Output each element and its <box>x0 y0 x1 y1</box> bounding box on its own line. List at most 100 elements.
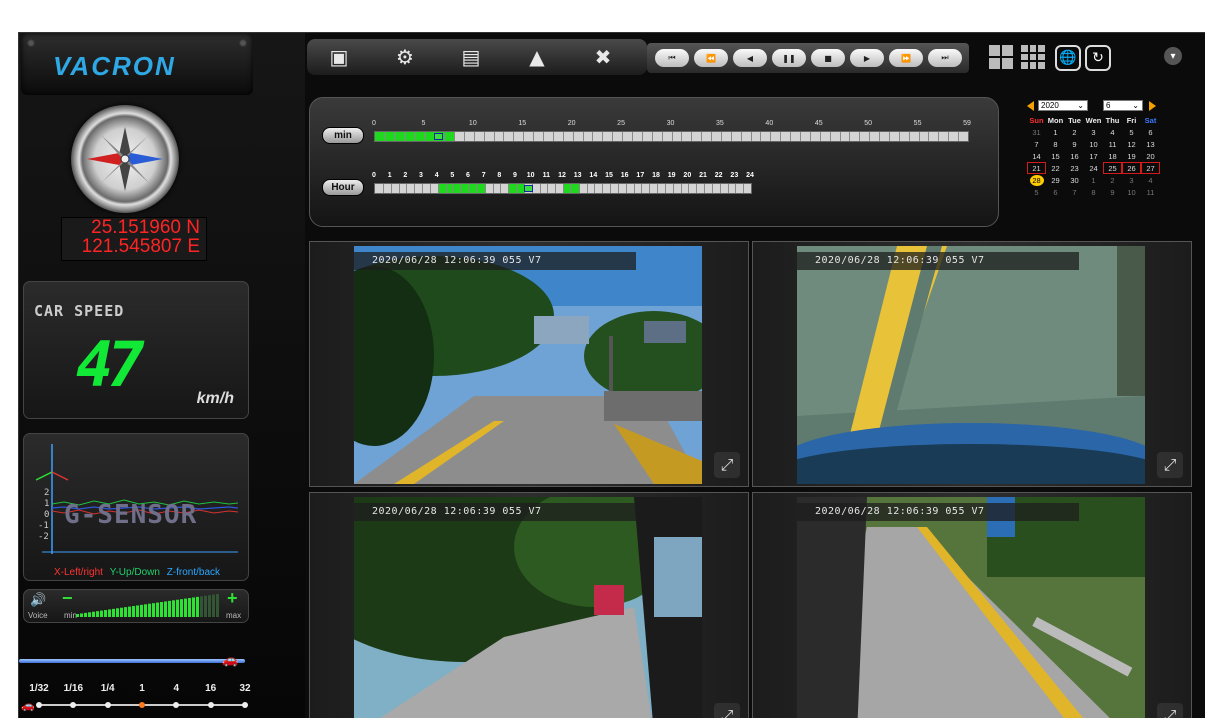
calendar-day[interactable]: 10 <box>1122 186 1141 198</box>
volume-slider[interactable] <box>76 593 226 619</box>
video-panel-4[interactable]: 2020/06/28 12:06:39 055 V7 ⤢ <box>752 492 1192 718</box>
play-icon[interactable]: ▶ <box>850 49 884 67</box>
speed-dot[interactable] <box>242 702 248 708</box>
first-icon[interactable]: ⏮ <box>655 49 689 67</box>
floppy-icon[interactable]: ▤ <box>445 42 497 72</box>
speed-label[interactable]: 16 <box>205 683 216 694</box>
calendar-day[interactable]: 5 <box>1122 126 1141 138</box>
calendar-day[interactable]: 8 <box>1046 138 1065 150</box>
playback-progress-track[interactable] <box>19 659 245 663</box>
calendar-day[interactable]: 2 <box>1103 174 1122 186</box>
speed-dot[interactable] <box>36 702 42 708</box>
expand-icon[interactable]: ⤢ <box>714 452 740 478</box>
prev-month-icon[interactable] <box>1027 101 1034 111</box>
calendar-day[interactable]: 3 <box>1122 174 1141 186</box>
speed-dot[interactable] <box>139 702 145 708</box>
calendar-day[interactable]: 7 <box>1027 138 1046 150</box>
calendar-day[interactable]: 21 <box>1027 162 1046 174</box>
speed-label[interactable]: 4 <box>174 683 180 694</box>
speed-dot[interactable] <box>207 702 214 708</box>
month-select[interactable]: 6 ⌄ <box>1103 100 1143 111</box>
speed-label[interactable]: 1/4 <box>101 683 115 694</box>
stop-icon[interactable]: ■ <box>811 49 845 67</box>
calendar-day[interactable]: 17 <box>1084 150 1103 162</box>
calendar-day[interactable]: 19 <box>1122 150 1141 162</box>
expand-icon[interactable]: ⤢ <box>714 703 740 718</box>
calendar-day[interactable]: 20 <box>1141 150 1160 162</box>
calendar-day[interactable]: 6 <box>1141 126 1160 138</box>
calendar-day[interactable]: 4 <box>1103 126 1122 138</box>
calendar-day[interactable]: 25 <box>1103 162 1122 174</box>
collapse-icon[interactable]: ▾ <box>1164 47 1182 65</box>
timeline-cursor[interactable] <box>523 185 533 192</box>
speed-label[interactable]: 1/32 <box>29 683 48 694</box>
calendar-day[interactable]: 10 <box>1084 138 1103 150</box>
camera-icon[interactable]: ▣ <box>313 42 365 72</box>
calendar-day[interactable]: 1 <box>1046 126 1065 138</box>
calendar-today[interactable]: 28 <box>1029 174 1044 186</box>
video-panel-1[interactable]: 2020/06/28 12:06:39 055 V7 ⤢ <box>309 241 749 487</box>
gears-icon[interactable]: ⚙ <box>379 42 431 72</box>
calendar-day[interactable]: 5 <box>1027 186 1046 198</box>
calendar-day[interactable]: 18 <box>1103 150 1122 162</box>
car-icon[interactable]: 🚗 <box>222 653 238 668</box>
speed-dot[interactable] <box>104 702 111 708</box>
rotate-icon[interactable]: ↻ <box>1085 45 1111 71</box>
video-panel-2[interactable]: 2020/06/28 12:06:39 055 V7 ⤢ <box>752 241 1192 487</box>
next-month-icon[interactable] <box>1149 101 1156 111</box>
calendar-day[interactable]: 28 <box>1027 174 1046 186</box>
speed-label[interactable]: 1 <box>139 683 145 694</box>
expand-icon[interactable]: ⤢ <box>1157 703 1183 718</box>
hour-track[interactable] <box>374 183 752 194</box>
last-icon[interactable]: ⏭ <box>928 49 962 67</box>
timeline-cursor[interactable] <box>434 133 444 140</box>
track-cell-divider <box>414 184 416 193</box>
calendar-day[interactable]: 30 <box>1065 174 1084 186</box>
speed-dot[interactable] <box>173 702 180 708</box>
calendar-day[interactable]: 8 <box>1084 186 1103 198</box>
wrench-screwdriver-icon[interactable]: ✖ <box>577 42 629 72</box>
calendar-day[interactable]: 29 <box>1046 174 1065 186</box>
calendar-day[interactable]: 31 <box>1027 126 1046 138</box>
speaker-icon[interactable]: 🔊 <box>30 593 46 608</box>
calendar-day[interactable]: 23 <box>1065 162 1084 174</box>
nine-layout-icon[interactable] <box>1021 45 1045 69</box>
speed-label[interactable]: 32 <box>239 683 250 694</box>
tray-upload-icon[interactable]: ▲ <box>511 42 563 72</box>
min-button[interactable]: min <box>322 127 364 144</box>
calendar-day[interactable]: 3 <box>1084 126 1103 138</box>
calendar-day[interactable]: 11 <box>1141 186 1160 198</box>
calendar-day[interactable]: 9 <box>1065 138 1084 150</box>
globe-icon[interactable]: 🌐 <box>1055 45 1081 71</box>
video-panel-3[interactable]: 2020/06/28 12:06:39 055 V7 ⤢ <box>309 492 749 718</box>
calendar-day[interactable]: 12 <box>1122 138 1141 150</box>
calendar-day[interactable]: 14 <box>1027 150 1046 162</box>
calendar-day[interactable]: 16 <box>1065 150 1084 162</box>
calendar-day[interactable]: 11 <box>1103 138 1122 150</box>
volume-plus-button[interactable]: + <box>227 588 238 609</box>
calendar-day[interactable]: 15 <box>1046 150 1065 162</box>
quad-layout-icon[interactable] <box>989 45 1013 69</box>
pause-icon[interactable]: ❚❚ <box>772 49 806 67</box>
calendar-day[interactable]: 26 <box>1122 162 1141 174</box>
speed-label[interactable]: 1/16 <box>64 683 83 694</box>
calendar-day[interactable]: 4 <box>1141 174 1160 186</box>
forward-icon[interactable]: ⏩ <box>889 49 923 67</box>
calendar-day[interactable]: 7 <box>1065 186 1084 198</box>
expand-icon[interactable]: ⤢ <box>1157 452 1183 478</box>
step-back-icon[interactable]: ◀ <box>733 49 767 67</box>
calendar-day[interactable]: 9 <box>1103 186 1122 198</box>
calendar-day[interactable]: 1 <box>1084 174 1103 186</box>
year-select[interactable]: 2020 ⌄ <box>1038 100 1088 111</box>
volume-minus-button[interactable]: − <box>62 588 73 609</box>
calendar-day[interactable]: 13 <box>1141 138 1160 150</box>
minute-track[interactable] <box>374 131 969 142</box>
calendar-day[interactable]: 27 <box>1141 162 1160 174</box>
calendar-day[interactable]: 24 <box>1084 162 1103 174</box>
hour-button[interactable]: Hour <box>322 179 364 196</box>
calendar-day[interactable]: 6 <box>1046 186 1065 198</box>
rewind-icon[interactable]: ⏪ <box>694 49 728 67</box>
speed-dot[interactable] <box>70 702 77 708</box>
calendar-day[interactable]: 2 <box>1065 126 1084 138</box>
calendar-day[interactable]: 22 <box>1046 162 1065 174</box>
